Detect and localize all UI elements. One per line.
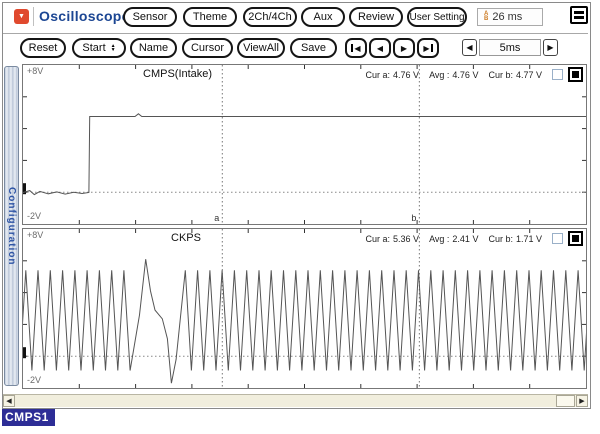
name-button[interactable]: Name [130,38,177,58]
horizontal-scrollbar[interactable]: ◀ ▶ [3,394,588,407]
channel-1-vmax-label: +8V [27,66,44,76]
avg-label: Avg : [429,69,450,80]
start-button[interactable]: Start ▲ ▼ [72,38,126,58]
channel-2-readout: Cur a: 5.36 V Avg : 2.41 V Cur b: 1.71 V [366,231,583,246]
aux-button[interactable]: Aux [301,7,345,27]
channel-1-vmin-label: -2V [27,211,42,221]
channel-1-readout: Cur a: 4.76 V Avg : 4.76 V Cur b: 4.77 V [366,67,583,82]
ab-time-display: A B 26 ms [477,8,543,26]
cursor-a-tag[interactable]: a [214,213,219,223]
step-back-icon: ◀ [376,43,384,53]
jump-start-icon: ◀ [354,43,361,53]
dropdown-arrow-icon: ▼ [18,13,25,20]
timebase-right-icon: ▶ [547,43,554,52]
cur-b-label: Cur b: [488,233,513,244]
avg-label: Avg : [429,233,450,244]
start-spinner-icon[interactable]: ▲ ▼ [110,44,116,53]
channel-2-vmin-label: -2V [27,375,42,385]
bar-icon [430,44,433,52]
cur-a-label: Cur a: [365,69,391,80]
channel-1-title: CMPS(Intake) [143,68,213,80]
reset-button[interactable]: Reset [20,38,66,58]
channel-2-title: CKPS [171,232,201,244]
cur-a-value: 5.36 V [393,233,420,244]
timebase-display: 5ms [479,39,541,56]
bar-icon [351,44,354,52]
theme-button[interactable]: Theme [183,7,237,27]
channel-2-waveform [23,229,586,388]
channel-2-vmax-label: +8V [27,230,44,240]
channel-2-checkbox[interactable] [552,233,563,244]
ab-cursor-icon: A B [484,11,489,22]
step-back-button[interactable]: ◀ [369,38,391,58]
oscilloscope-app: ▼ Oscilloscope Sensor Theme 2Ch/4Ch Aux … [0,0,600,434]
scroll-right-button[interactable]: ▶ [576,395,588,407]
jump-end-icon: ▶ [423,43,430,53]
cursor-b-tag[interactable]: b [411,213,416,223]
start-label: Start [82,42,106,54]
jump-end-button[interactable]: ▶ [417,38,439,58]
scroll-left-button[interactable]: ◀ [3,395,15,407]
step-forward-button[interactable]: ▶ [393,38,415,58]
channel-2-plot[interactable]: +8V -2V CKPS Cur a: 5.36 V Avg : 2.41 V … [22,228,587,389]
avg-value: 2.41 V [452,233,479,244]
step-forward-icon: ▶ [400,43,408,53]
jump-start-button[interactable]: ◀ [345,38,367,58]
cursor-button[interactable]: Cursor [182,38,233,58]
ab-time-value: 26 ms [492,11,523,23]
scroll-right-icon: ▶ [579,398,585,405]
spin-down-icon: ▼ [110,47,116,53]
configuration-tab[interactable]: Configuration [4,66,19,386]
ab-b-glyph: B [484,16,489,22]
sensor-button[interactable]: Sensor [123,7,177,27]
channel-1-plot[interactable]: +8V -2V CMPS(Intake) Cur a: 4.76 V Avg :… [22,64,587,225]
scroll-left-icon: ◀ [6,398,12,405]
cur-a-value: 4.76 V [393,69,420,80]
toolbar-divider [3,33,588,34]
channel-1-waveform [23,65,586,224]
cur-b-label: Cur b: [488,69,513,80]
avg-value: 4.76 V [452,69,479,80]
app-dropdown-icon[interactable]: ▼ [14,9,29,24]
cur-a-label: Cur a: [365,233,391,244]
app-title: Oscilloscope [39,8,130,24]
file-tab[interactable]: CMPS1 [2,409,55,426]
cur-b-value: 4.77 V [515,69,542,80]
timebase-increase-button[interactable]: ▶ [543,39,558,56]
cur-b-value: 1.71 V [515,233,542,244]
view-all-button[interactable]: ViewAll [237,38,285,58]
menu-icon[interactable] [570,6,588,24]
timebase-decrease-button[interactable]: ◀ [462,39,477,56]
title-divider [33,7,34,26]
user-setting-button[interactable]: User Setting [407,7,467,27]
timebase-left-icon: ◀ [466,43,473,52]
save-button[interactable]: Save [290,38,337,58]
review-button[interactable]: Review [349,7,403,27]
channel-1-checkbox[interactable] [552,69,563,80]
channel-mode-button[interactable]: 2Ch/4Ch [243,7,297,27]
channel-2-active-button[interactable] [568,231,583,246]
channel-1-active-button[interactable] [568,67,583,82]
scrollbar-thumb[interactable] [556,395,575,407]
